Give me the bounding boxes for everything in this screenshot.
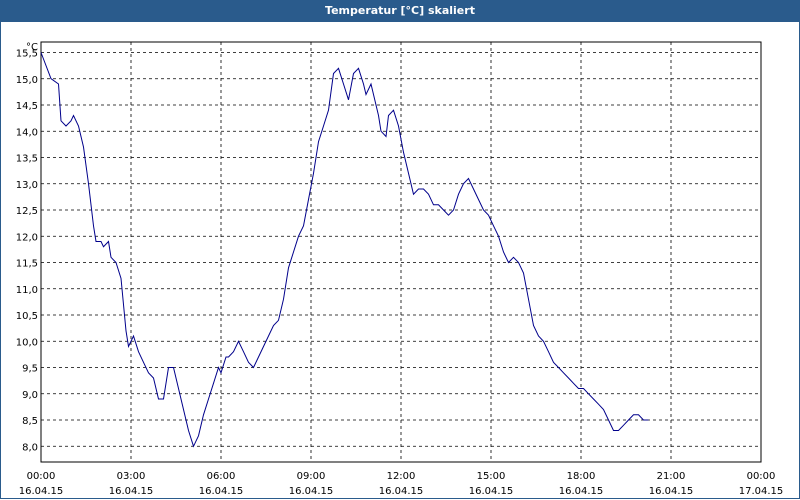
x-tick-date-label: 16.04.15 — [379, 486, 424, 497]
x-tick-date-label: 16.04.15 — [649, 486, 694, 497]
y-tick-label: 10,5 — [16, 311, 38, 322]
y-tick-label: 8,0 — [22, 442, 38, 453]
x-tick-time-label: 03:00 — [117, 471, 146, 482]
x-tick-date-label: 16.04.15 — [109, 486, 154, 497]
x-tick-time-label: 15:00 — [477, 471, 506, 482]
y-tick-label: 14,0 — [16, 127, 38, 138]
y-tick-label: 8,5 — [22, 416, 38, 427]
y-tick-label: 12,0 — [16, 232, 38, 243]
x-tick-time-label: 21:00 — [657, 471, 686, 482]
temperature-chart: 8,0 8,5 9,0 9,5 10,0 10,5 11,0 11,5 12,0 12,5 13,0… — [16, 41, 784, 497]
y-tick-label: 9,0 — [22, 390, 38, 401]
x-tick-time-label: 18:00 — [567, 471, 596, 482]
y-tick-label: 13,5 — [16, 154, 38, 165]
y-axis-ticks: 8,0 8,5 9,0 9,5 10,0 10,5 11,0 11,5 12,0 12,5 13,0… — [16, 49, 38, 454]
x-tick-time-label: 00:00 — [747, 471, 776, 482]
x-tick-date-label: 16.04.15 — [199, 486, 244, 497]
x-tick-time-label: 00:00 — [27, 471, 56, 482]
y-tick-label: 11,5 — [16, 259, 38, 270]
y-tick-label: 13,0 — [16, 180, 38, 191]
x-tick-date-label: 16.04.15 — [289, 486, 334, 497]
x-tick-time-label: 06:00 — [207, 471, 236, 482]
y-tick-label: 15,0 — [16, 75, 38, 86]
x-tick-date-label: 16.04.15 — [559, 486, 604, 497]
x-axis-ticks: 00:00 16.04.15 03:00 16.04.15 06:00 16.04.15 0… — [19, 471, 784, 497]
x-tick-time-label: 12:00 — [387, 471, 416, 482]
y-tick-label: 11,0 — [16, 285, 38, 296]
x-tick-date-label: 17.04.15 — [739, 486, 784, 497]
x-tick-date-label: 16.04.15 — [19, 486, 64, 497]
y-tick-label: 12,5 — [16, 206, 38, 217]
y-tick-label: 14,5 — [16, 101, 38, 112]
y-axis-unit-label: °C — [26, 42, 38, 53]
y-tick-label: 10,0 — [16, 337, 38, 348]
x-tick-time-label: 09:00 — [297, 471, 326, 482]
y-tick-label: 9,5 — [22, 364, 38, 375]
x-tick-date-label: 16.04.15 — [469, 486, 514, 497]
